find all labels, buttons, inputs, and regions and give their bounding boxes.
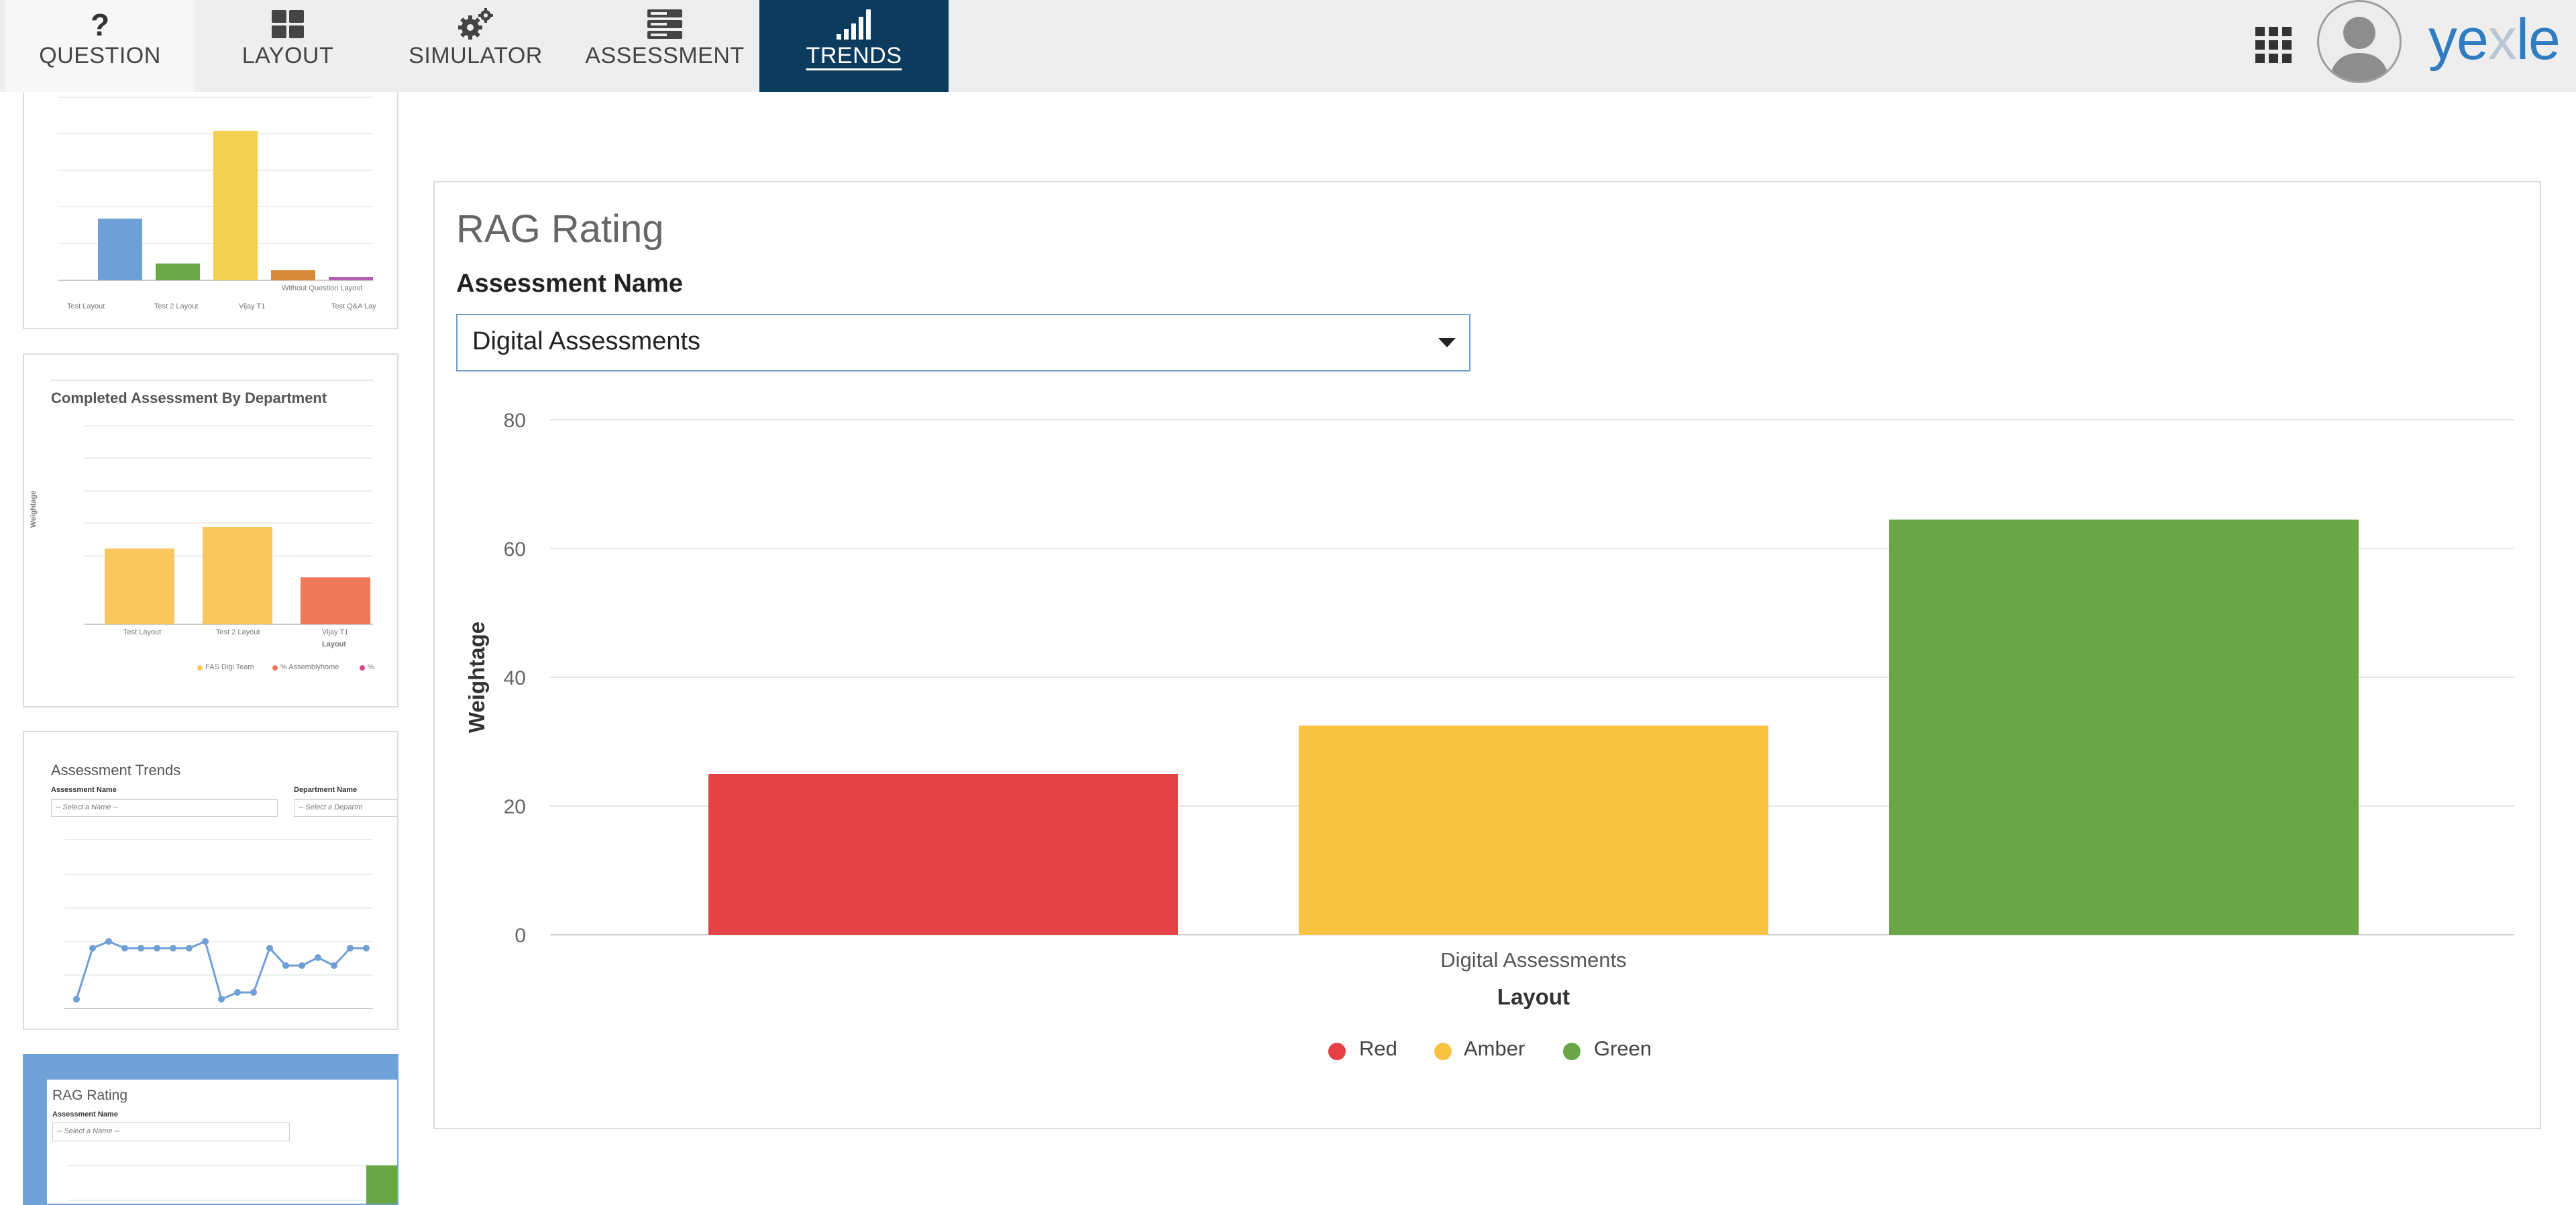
- thumbnail-preview: RAG Rating Assessment Name -- Select a N…: [47, 1080, 397, 1204]
- legend-swatch-amber: [1434, 1043, 1452, 1060]
- logo-part: ye: [2428, 7, 2489, 72]
- logo-part: le: [2516, 7, 2561, 72]
- thumbnail-category: Test Layout: [123, 628, 162, 636]
- thumbnail-legend-item: %: [368, 663, 374, 671]
- logo-part: x: [2487, 7, 2517, 72]
- gears-icon: [381, 5, 570, 43]
- tab-trends[interactable]: TRENDS: [759, 0, 949, 92]
- tab-label: QUESTION: [39, 43, 161, 68]
- y-tick-label: 40: [504, 667, 526, 689]
- thumbnail-legend-item: % Assemblyhome: [280, 663, 339, 671]
- thumbnail-legend-item: FAS Digi Team: [205, 663, 254, 671]
- tab-layout[interactable]: LAYOUT: [193, 0, 382, 92]
- legend-swatch-red: [1328, 1043, 1346, 1060]
- apps-grid-icon[interactable]: [2254, 25, 2293, 64]
- bar-green: [1889, 519, 2359, 935]
- tab-simulator[interactable]: SIMULATOR: [381, 0, 570, 92]
- user-avatar-icon[interactable]: [2317, 0, 2402, 83]
- y-tick-label: 0: [515, 925, 526, 947]
- thumbnail-legend-item: Test Q&A Lay: [331, 302, 376, 310]
- rag-rating-bar-chart: 0 20 40 60 80 Digital Assessments Layout Weight…: [464, 410, 2514, 1009]
- thumbnail-bar-chart: [51, 380, 373, 671]
- tab-question[interactable]: ? QUESTION: [5, 0, 195, 92]
- tab-label: TRENDS: [806, 43, 902, 68]
- thumbnail-category: Vijay T1: [322, 628, 349, 636]
- bar-amber: [1299, 726, 1768, 935]
- server-icon: [570, 5, 759, 43]
- dashboard-thumbnail-assessment-trends[interactable]: Assessment Trends Assessment Name Depart…: [23, 731, 398, 1030]
- thumbnail-bar-chart: [67, 1165, 397, 1204]
- y-tick-label: 80: [504, 410, 526, 432]
- thumbnail-legend-item: Test Layout: [67, 302, 105, 310]
- tab-label: LAYOUT: [241, 43, 334, 68]
- thumbnail-bar-chart: [58, 97, 373, 281]
- tab-label: SIMULATOR: [409, 43, 543, 68]
- y-axis-title: Weightage: [464, 622, 489, 733]
- thumbnail-category: Test 2 Layout: [216, 628, 260, 636]
- dashboard-thumbnail-rag-rating[interactable]: RAG Rating Assessment Name -- Select a N…: [23, 1054, 398, 1205]
- thumbnail-xlabel: Layout: [322, 640, 347, 648]
- thumbnail-line-chart: [64, 839, 373, 1009]
- y-tick-label: 20: [504, 796, 526, 818]
- thumbnail-legend-item: Vijay T1: [239, 302, 266, 310]
- x-axis-title: Layout: [1497, 984, 1570, 1009]
- tab-assessment[interactable]: ASSESSMENT: [570, 0, 759, 92]
- top-nav-bar: ? QUESTION LAYOUT SIMULATOR ASSESSMENT T: [0, 0, 2576, 92]
- dashboard-thumbnail-completed-by-department[interactable]: Completed Assessment By Department Weigh…: [23, 353, 398, 707]
- bar-red: [708, 774, 1178, 935]
- tab-label: ASSESSMENT: [585, 43, 745, 68]
- brand-logo: yexle yexle: [2428, 7, 2561, 73]
- layout-grid-icon: [193, 5, 382, 43]
- thumbnail-ylabel: Weightage: [30, 490, 38, 528]
- legend-label-amber[interactable]: Amber: [1464, 1037, 1525, 1061]
- legend-label-green[interactable]: Green: [1594, 1037, 1652, 1061]
- thumbnail-annotation: Without Question Layout: [282, 284, 363, 292]
- svg-text:?: ?: [91, 9, 109, 40]
- rag-rating-card: RAG Rating Assessment Name Digital Asses…: [433, 181, 2541, 1129]
- x-category-label: Digital Assessments: [1440, 948, 1626, 972]
- signal-bars-icon: [759, 5, 949, 43]
- question-icon: ?: [5, 5, 195, 43]
- thumbnail-legend-item: Test 2 Layout: [154, 302, 199, 310]
- legend-label-red[interactable]: Red: [1359, 1037, 1397, 1061]
- y-tick-label: 60: [504, 538, 526, 561]
- dashboard-thumbnail-bar-chart[interactable]: Without Question Layout Test Layout Test…: [23, 92, 398, 329]
- legend-swatch-green: [1563, 1043, 1580, 1060]
